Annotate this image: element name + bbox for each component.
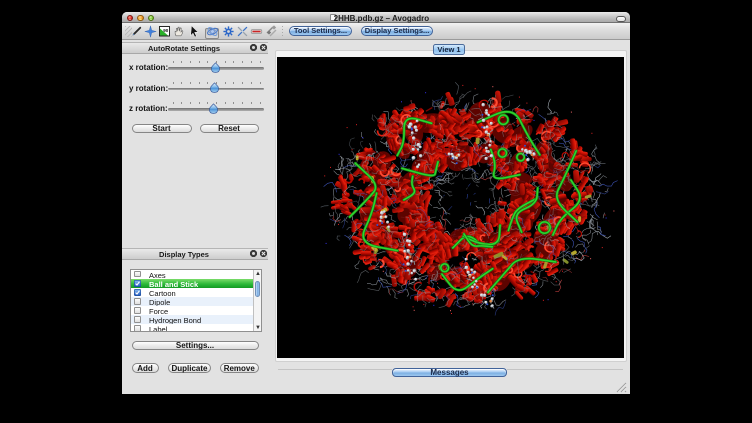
svg-text:90: 90 — [163, 28, 169, 33]
